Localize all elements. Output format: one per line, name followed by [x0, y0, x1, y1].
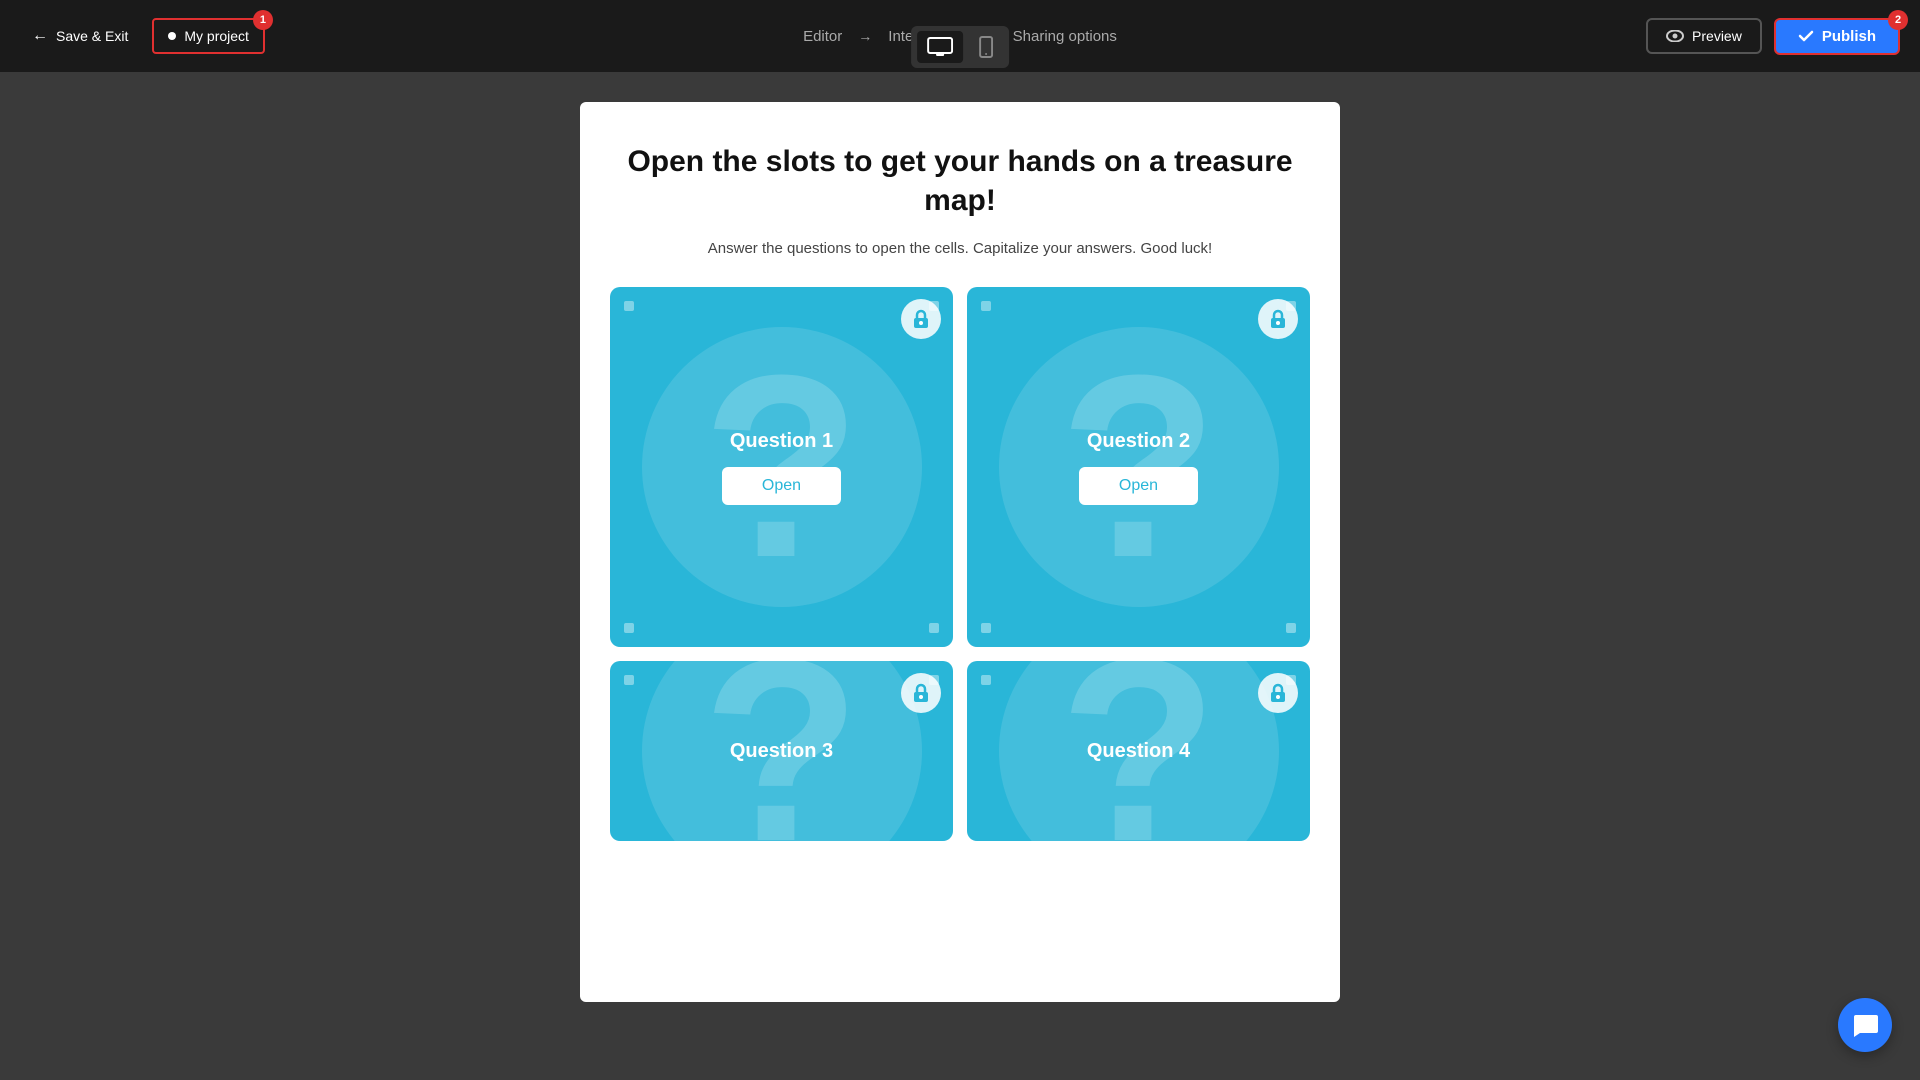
nav-step-sharing[interactable]: Sharing options — [1005, 24, 1125, 49]
slot-card-1[interactable]: Question 1 Open — [610, 287, 953, 647]
slot-label-4: Question 4 — [1087, 740, 1190, 763]
nav-step-editor[interactable]: Editor — [795, 24, 850, 49]
card-subtitle: Answer the questions to open the cells. … — [708, 240, 1212, 257]
corner-bl-1 — [624, 623, 634, 633]
topbar: ← Save & Exit My project 1 Editor → Inte… — [0, 0, 1920, 72]
eye-icon — [1666, 30, 1684, 42]
slot-content-1: Question 1 Open — [722, 430, 841, 505]
slot-label-1: Question 1 — [730, 430, 833, 453]
content-card: Open the slots to get your hands on a tr… — [580, 102, 1340, 1002]
slot-content-2: Question 2 Open — [1079, 430, 1198, 505]
view-toggle — [911, 26, 1009, 68]
open-button-2[interactable]: Open — [1079, 467, 1198, 505]
preview-label: Preview — [1692, 28, 1742, 44]
slot-card-2[interactable]: Question 2 Open — [967, 287, 1310, 647]
corner-bl-2 — [981, 623, 991, 633]
topbar-center: Editor → Integrations → Sharing options — [795, 0, 1125, 72]
project-name-label: My project — [184, 28, 249, 44]
topbar-right: Preview Publish 2 — [1646, 18, 1900, 55]
lock-badge-3 — [901, 673, 941, 713]
slot-content-4: Question 4 — [1087, 740, 1190, 763]
publish-label: Publish — [1822, 28, 1876, 45]
save-exit-button[interactable]: ← Save & Exit — [20, 19, 140, 53]
slot-label-3: Question 3 — [730, 740, 833, 763]
lock-badge-1 — [901, 299, 941, 339]
nav-arrow-1: → — [858, 28, 872, 44]
project-dot-icon — [168, 32, 176, 40]
slot-card-3[interactable]: Question 3 — [610, 661, 953, 841]
corner-br-2 — [1286, 623, 1296, 633]
monitor-icon — [927, 37, 953, 57]
card-title: Open the slots to get your hands on a tr… — [610, 142, 1310, 220]
chat-fab-button[interactable] — [1838, 998, 1892, 1052]
project-badge: 1 — [253, 10, 273, 30]
lock-icon-2 — [1268, 308, 1288, 330]
lock-icon-3 — [911, 682, 931, 704]
corner-br-1 — [929, 623, 939, 633]
mobile-view-button[interactable] — [969, 30, 1003, 64]
topbar-left: ← Save & Exit My project 1 — [20, 18, 265, 54]
preview-button[interactable]: Preview — [1646, 18, 1762, 54]
chat-icon — [1852, 1013, 1878, 1037]
main-area: Open the slots to get your hands on a tr… — [0, 72, 1920, 1080]
lock-badge-2 — [1258, 299, 1298, 339]
publish-button[interactable]: Publish 2 — [1774, 18, 1900, 55]
slots-grid: Question 1 Open — [610, 287, 1310, 841]
lock-icon-4 — [1268, 682, 1288, 704]
save-exit-label: Save & Exit — [56, 28, 128, 44]
publish-badge: 2 — [1888, 10, 1908, 30]
open-button-1[interactable]: Open — [722, 467, 841, 505]
desktop-view-button[interactable] — [917, 31, 963, 63]
corner-tl-3 — [624, 675, 634, 685]
corner-tl-2 — [981, 301, 991, 311]
corner-tl-4 — [981, 675, 991, 685]
check-icon — [1798, 28, 1814, 44]
slot-label-2: Question 2 — [1087, 430, 1190, 453]
lock-icon-1 — [911, 308, 931, 330]
corner-tl-1 — [624, 301, 634, 311]
lock-badge-4 — [1258, 673, 1298, 713]
project-name-button[interactable]: My project 1 — [152, 18, 265, 54]
mobile-icon — [979, 36, 993, 58]
arrow-left-icon: ← — [32, 27, 48, 45]
slot-card-4[interactable]: Question 4 — [967, 661, 1310, 841]
slot-content-3: Question 3 — [730, 740, 833, 763]
